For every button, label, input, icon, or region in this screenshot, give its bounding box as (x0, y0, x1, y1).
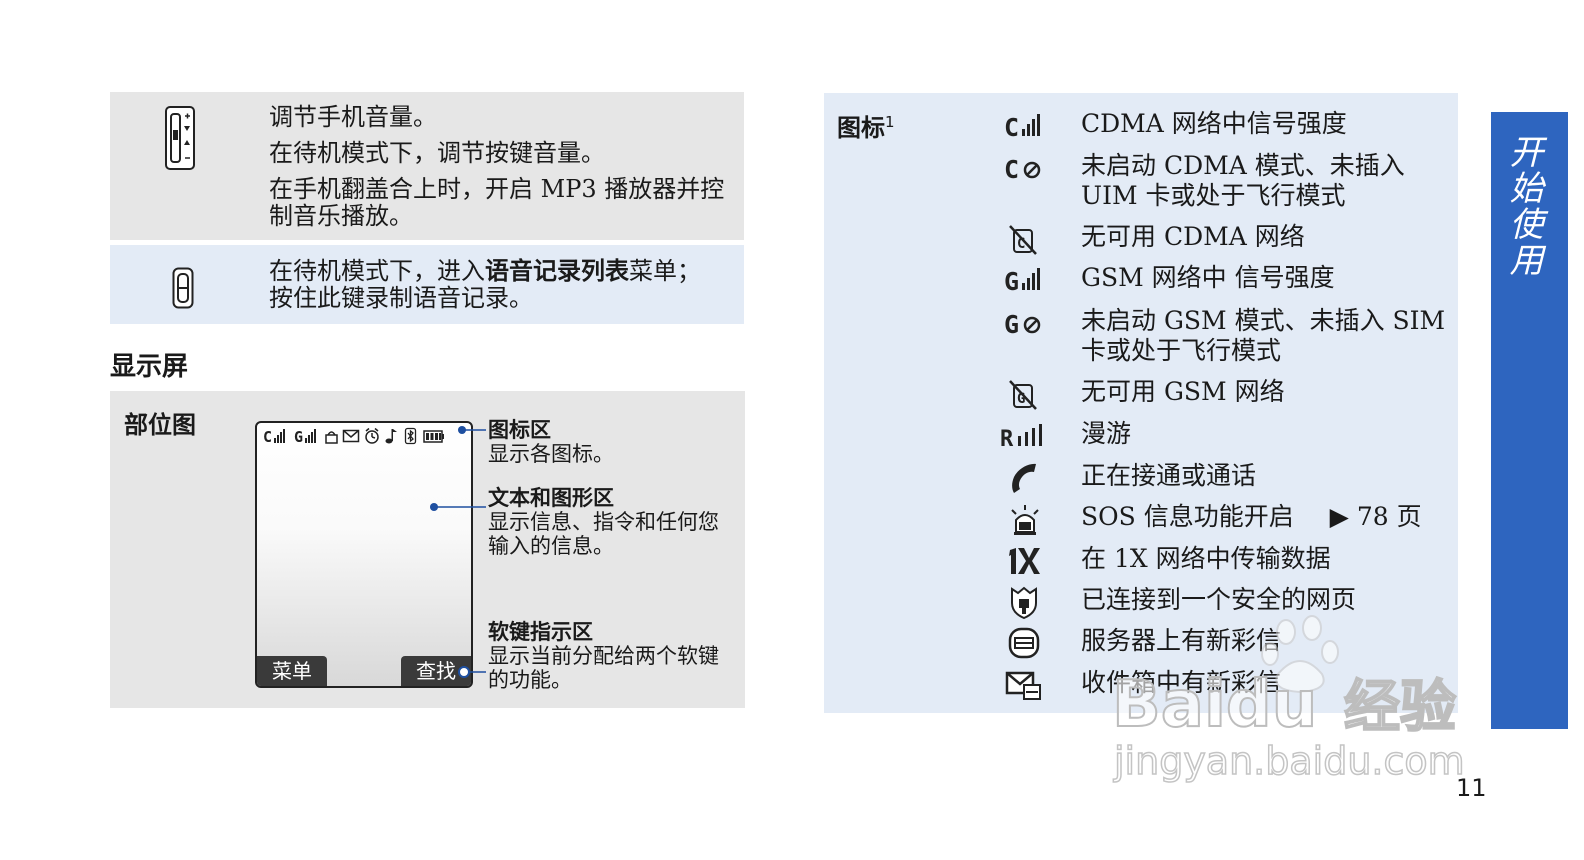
watermark-url: jingyan.baidu.com (1113, 739, 1465, 783)
callout-text-area-desc: 显示信息、指令和任何您输入的信息。 (488, 510, 719, 558)
icon-description: GSM 网络中 信号强度 (1081, 263, 1335, 292)
inbox-message-icon (1005, 671, 1041, 700)
section-heading: 显示屏 (110, 352, 189, 382)
volume-line-1: 调节手机音量。 (269, 103, 437, 131)
icon-description: 无可用 CDMA 网络 (1081, 222, 1305, 251)
callout-softkey-area-desc: 显示当前分配给两个软键的功能。 (488, 644, 719, 692)
callout-text-area: 文本和图形区 显示信息、指令和任何您输入的信息。 (488, 486, 728, 558)
icon-description: SOS 信息功能开启 ▶ 78 页 (1081, 502, 1450, 532)
callout-softkey-area: 软键指示区 显示当前分配给两个软键的功能。 (488, 620, 728, 692)
icon-description: 收件箱中有新彩信 (1081, 668, 1282, 697)
callout-text-area-title: 文本和图形区 (488, 486, 614, 510)
svg-text:R: R (1000, 427, 1014, 452)
icon-description: 已连接到一个安全的网页 (1081, 585, 1357, 614)
sos-alarm-icon (1011, 505, 1039, 535)
gsm-signal-icon: G (1004, 267, 1040, 296)
roaming-icon: R (1000, 424, 1042, 452)
sos-description: SOS 信息功能开启 (1081, 502, 1294, 531)
voice-text-after: 菜单； (629, 257, 701, 285)
voice-key-row: 在待机模式下，进入语音记录列表菜单； 按住此键录制语音记录。 (110, 245, 744, 324)
call-handset-icon (1012, 463, 1036, 493)
cdma-signal-icon: C (1004, 113, 1040, 142)
cdma-off-icon: C (1004, 155, 1041, 184)
callout-icon-area: 图标区 显示各图标。 (488, 418, 614, 466)
icon-description: 正在接通或通话 (1081, 461, 1257, 490)
gsm-off-icon: G (1004, 310, 1041, 339)
icon-description: 无可用 GSM 网络 (1081, 377, 1285, 406)
1x-data-icon (1009, 548, 1040, 574)
voice-text-before: 在待机模式下，进入 (269, 257, 485, 285)
volume-line-3: 在手机翻盖合上时，开启 MP3 播放器并控制音乐播放。 (269, 175, 725, 230)
svg-text:G: G (1004, 267, 1019, 296)
volume-key-description: 调节手机音量。 在待机模式下，调节按键音量。 在手机翻盖合上时，开启 MP3 播… (269, 104, 734, 230)
chapter-side-tab: 开始使用 (1491, 112, 1568, 729)
page-reference: ▶ 78 页 (1329, 502, 1422, 531)
server-message-icon (1008, 627, 1040, 659)
icon-description: 在 1X 网络中传输数据 (1081, 544, 1331, 573)
callout-icon-area-desc: 显示各图标。 (488, 442, 614, 466)
side-volume-key-icon (165, 106, 195, 170)
secure-shield-icon (1011, 586, 1037, 619)
callout-softkey-area-title: 软键指示区 (488, 620, 593, 644)
icon-legend-panel: 图标1 C CDMA 网络中信号强度 C 未启动 CDMA 模式、未插入 UIM… (824, 93, 1458, 713)
voice-line-2: 按住此键录制语音记录。 (269, 284, 533, 312)
cdma-no-network-icon: C (1009, 225, 1037, 255)
page-number: 11 (1456, 774, 1487, 802)
voice-menu-name: 语音记录列表 (485, 257, 629, 285)
gsm-no-network-icon: G (1009, 380, 1037, 410)
icon-description: 未启动 GSM 模式、未插入 SIM 卡或处于飞行模式 (1081, 306, 1446, 365)
volume-key-row: 调节手机音量。 在待机模式下，调节按键音量。 在手机翻盖合上时，开启 MP3 播… (110, 92, 744, 240)
icon-description: 服务器上有新彩信 (1081, 626, 1282, 655)
svg-text:G: G (1004, 310, 1019, 339)
volume-line-2: 在待机模式下，调节按键音量。 (269, 139, 605, 167)
icon-panel-label: 图标1 (837, 113, 895, 142)
svg-text:C: C (1004, 113, 1019, 142)
icon-description: 未启动 CDMA 模式、未插入 UIM 卡或处于飞行模式 (1081, 151, 1405, 210)
svg-text:C: C (1004, 155, 1019, 184)
voice-record-key-icon (172, 267, 194, 309)
display-layout-panel: 部位图 C G 菜单 查找 图标区 显示各图标。 文本和图形区 显示信息、指令和… (110, 391, 745, 708)
footnote-marker: 1 (885, 113, 895, 131)
chapter-title: 开始使用 (1503, 134, 1543, 278)
icon-description: 漫游 (1081, 419, 1132, 448)
icon-description: CDMA 网络中信号强度 (1081, 109, 1347, 138)
voice-key-description: 在待机模式下，进入语音记录列表菜单； 按住此键录制语音记录。 (269, 258, 734, 312)
callout-icon-area-title: 图标区 (488, 418, 551, 442)
